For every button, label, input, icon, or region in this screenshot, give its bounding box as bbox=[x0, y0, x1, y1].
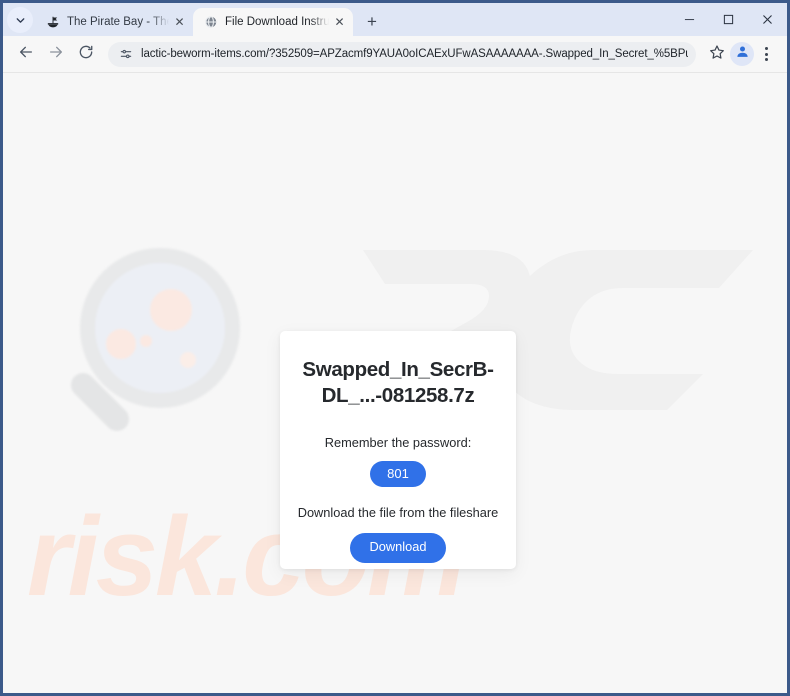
kebab-menu-icon bbox=[764, 58, 768, 61]
arrow-left-icon bbox=[18, 44, 34, 65]
maximize-button[interactable] bbox=[709, 3, 748, 36]
password-value-badge[interactable]: 801 bbox=[370, 461, 426, 488]
new-tab-button[interactable]: + bbox=[359, 8, 385, 34]
magnifying-glass-icon bbox=[71, 248, 240, 431]
back-button[interactable] bbox=[12, 41, 39, 68]
browser-tab-file-download-instructions[interactable]: File Download Instructions for S ✕ bbox=[193, 8, 353, 36]
page-content: risk.com Swapped_In_SecrB-DL_...-081258.… bbox=[3, 73, 787, 693]
browser-menu-button[interactable] bbox=[754, 41, 778, 68]
reload-icon bbox=[78, 44, 94, 65]
kebab-menu-icon bbox=[764, 52, 768, 56]
arrow-right-icon bbox=[48, 44, 64, 65]
tab-search-button[interactable] bbox=[7, 7, 33, 33]
tab-close-button[interactable]: ✕ bbox=[172, 15, 187, 30]
tab-strip: The Pirate Bay - The galaxy's m ✕ File D… bbox=[3, 3, 787, 36]
window-controls bbox=[670, 3, 787, 36]
url-text: lactic-beworm-items.com/?352509=APZacmf9… bbox=[141, 48, 688, 60]
password-label: Remember the password: bbox=[324, 435, 472, 451]
browser-window: The Pirate Bay - The galaxy's m ✕ File D… bbox=[0, 0, 790, 696]
forward-button[interactable] bbox=[42, 41, 69, 68]
tab-close-button[interactable]: ✕ bbox=[332, 15, 347, 30]
site-settings-sliders-icon[interactable] bbox=[118, 47, 133, 62]
address-bar[interactable]: lactic-beworm-items.com/?352509=APZacmf9… bbox=[108, 41, 696, 67]
kebab-menu-icon bbox=[764, 47, 768, 50]
download-button[interactable]: Download bbox=[349, 533, 447, 563]
tab-title: File Download Instructions for S bbox=[225, 16, 329, 28]
close-button[interactable] bbox=[748, 3, 787, 36]
download-card: Swapped_In_SecrB-DL_...-081258.7z Rememb… bbox=[280, 331, 516, 569]
magnifying-glass-watermark bbox=[48, 238, 253, 473]
star-icon bbox=[709, 44, 725, 65]
pirate-ship-icon bbox=[45, 15, 60, 30]
download-instruction-label: Download the file from the fileshare bbox=[297, 505, 499, 521]
browser-tab-pirate-bay[interactable]: The Pirate Bay - The galaxy's m ✕ bbox=[35, 8, 193, 36]
browser-toolbar: lactic-beworm-items.com/?352509=APZacmf9… bbox=[3, 36, 787, 73]
tab-title: The Pirate Bay - The galaxy's m bbox=[67, 16, 169, 28]
profile-button[interactable] bbox=[730, 42, 754, 66]
account-avatar-icon bbox=[735, 44, 750, 64]
globe-icon bbox=[203, 15, 218, 30]
file-name-title: Swapped_In_SecrB-DL_...-081258.7z bbox=[302, 358, 494, 408]
minimize-button[interactable] bbox=[670, 3, 709, 36]
reload-button[interactable] bbox=[72, 41, 99, 68]
chevron-down-icon bbox=[14, 14, 27, 27]
bookmark-star-button[interactable] bbox=[708, 44, 726, 65]
